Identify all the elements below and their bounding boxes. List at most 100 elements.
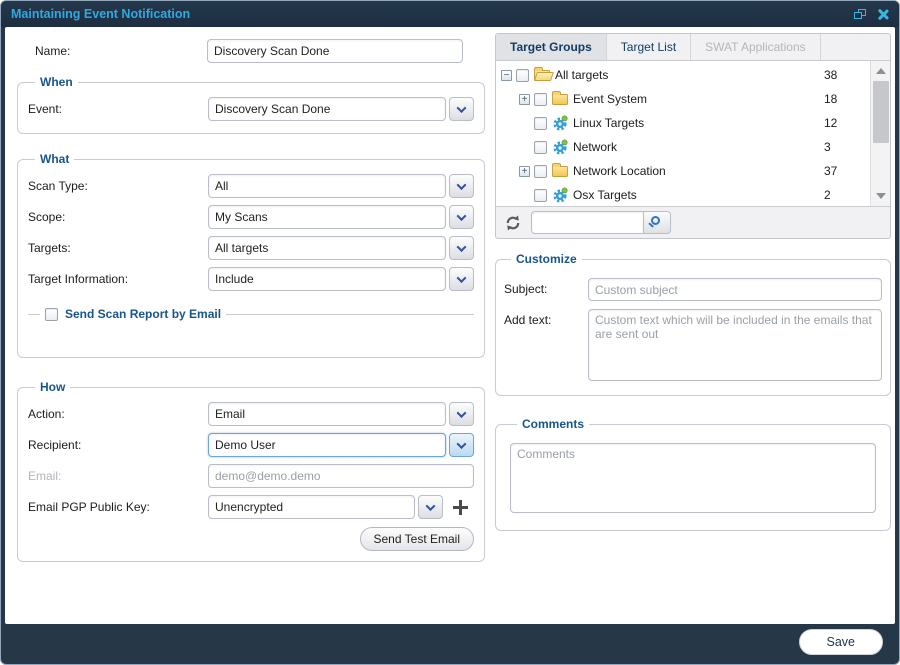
send-report-section: Send Scan Report by Email (28, 307, 474, 321)
tree-checkbox[interactable] (534, 117, 547, 130)
comments-section: Comments (495, 417, 891, 531)
chevron-down-icon[interactable] (449, 97, 474, 121)
tree-label: Network Location (573, 164, 824, 178)
email-field (208, 464, 474, 488)
left-column: Name: When Event: Discovery Scan Done Wh… (17, 37, 485, 580)
titlebar: Maintaining Event Notification (1, 1, 899, 27)
folder-open-icon (534, 70, 550, 81)
tree-count: 37 (824, 164, 870, 178)
name-input[interactable] (207, 39, 463, 63)
tree-checkbox[interactable] (534, 189, 547, 202)
action-value: Email (215, 407, 245, 421)
send-report-label: Send Scan Report by Email (65, 307, 221, 321)
scope-label: Scope: (28, 210, 208, 224)
target-tree: All targets 38 Event System 18 (496, 61, 890, 207)
tab-target-groups[interactable]: Target Groups (496, 34, 607, 60)
restore-icon[interactable] (854, 9, 867, 20)
action-dropdown[interactable]: Email (208, 402, 474, 426)
dialog-window: Maintaining Event Notification Name: Whe… (0, 0, 900, 665)
add-pgp-key-icon[interactable] (453, 500, 468, 515)
action-label: Action: (28, 407, 208, 421)
right-column: Target Groups Target List SWAT Applicati… (495, 33, 891, 531)
tree-scrollbar[interactable] (870, 61, 890, 206)
folder-icon (552, 166, 568, 177)
send-report-checkbox[interactable] (45, 308, 58, 321)
tree-checkbox[interactable] (516, 69, 529, 82)
what-legend: What (35, 152, 74, 166)
targets-dropdown[interactable]: All targets (208, 236, 474, 260)
chevron-down-icon[interactable] (418, 495, 443, 519)
recipient-dropdown[interactable]: Demo User (208, 433, 474, 457)
scope-dropdown[interactable]: My Scans (208, 205, 474, 229)
when-section: When Event: Discovery Scan Done (17, 75, 485, 134)
scroll-up-icon[interactable] (873, 63, 889, 79)
targets-label: Targets: (28, 241, 208, 255)
recipient-value: Demo User (215, 438, 276, 452)
tree-checkbox[interactable] (534, 93, 547, 106)
target-information-label: Target Information: (28, 272, 208, 286)
tree-count: 38 (824, 68, 870, 82)
scan-type-label: Scan Type: (28, 179, 208, 193)
subject-input[interactable] (588, 278, 882, 301)
save-button[interactable]: Save (799, 629, 884, 655)
comments-input[interactable] (510, 443, 876, 513)
tree-label: Event System (573, 92, 824, 106)
what-section: What Scan Type: All Scope: My Scans (17, 152, 485, 358)
dialog-title: Maintaining Event Notification (11, 7, 854, 21)
chevron-down-icon[interactable] (449, 205, 474, 229)
dialog-body: Name: When Event: Discovery Scan Done Wh… (5, 27, 895, 624)
tab-target-list[interactable]: Target List (607, 34, 691, 60)
tree-row-network-location[interactable]: Network Location 37 (496, 159, 870, 183)
how-legend: How (35, 380, 70, 394)
scroll-down-icon[interactable] (873, 188, 889, 204)
add-text-input[interactable] (588, 309, 882, 381)
chevron-down-icon[interactable] (449, 267, 474, 291)
tree-count: 3 (824, 140, 870, 154)
tab-bar: Target Groups Target List SWAT Applicati… (496, 34, 890, 61)
tree-checkbox[interactable] (534, 141, 547, 154)
expand-icon[interactable] (519, 166, 530, 177)
add-text-label: Add text: (504, 309, 588, 381)
scan-type-value: All (215, 179, 228, 193)
customize-section: Customize Subject: Add text: (495, 252, 891, 396)
targets-panel: Target Groups Target List SWAT Applicati… (495, 33, 891, 239)
tree-search-input[interactable] (531, 211, 643, 234)
recipient-label: Recipient: (28, 438, 208, 452)
target-information-dropdown[interactable]: Include (208, 267, 474, 291)
subject-label: Subject: (504, 278, 588, 301)
folder-icon (552, 94, 568, 105)
comments-legend: Comments (517, 417, 589, 431)
scrollbar-thumb[interactable] (873, 81, 889, 143)
name-label: Name: (35, 44, 207, 58)
tree-label: Osx Targets (573, 188, 824, 202)
pgp-key-dropdown[interactable]: Unencrypted (208, 495, 443, 519)
tree-label: All targets (555, 68, 824, 82)
chevron-down-icon[interactable] (449, 236, 474, 260)
tree-search-row (496, 207, 890, 238)
tree-checkbox[interactable] (534, 165, 547, 178)
target-group-gear-icon (552, 115, 568, 131)
chevron-down-icon[interactable] (449, 402, 474, 426)
tree-row-all-targets[interactable]: All targets 38 (496, 63, 870, 87)
search-icon[interactable] (643, 211, 671, 234)
chevron-down-icon[interactable] (449, 433, 474, 457)
dialog-footer: Save (1, 624, 899, 664)
tree-row-osx-targets[interactable]: Osx Targets 2 (496, 183, 870, 206)
tree-label: Network (573, 140, 824, 154)
tree-row-network[interactable]: Network 3 (496, 135, 870, 159)
expand-icon[interactable] (519, 94, 530, 105)
pgp-key-label: Email PGP Public Key: (28, 500, 208, 514)
event-value: Discovery Scan Done (215, 102, 330, 116)
refresh-icon[interactable] (502, 212, 524, 234)
send-test-email-button[interactable]: Send Test Email (360, 527, 475, 551)
tree-row-event-system[interactable]: Event System 18 (496, 87, 870, 111)
collapse-icon[interactable] (501, 70, 512, 81)
tree-count: 18 (824, 92, 870, 106)
event-dropdown[interactable]: Discovery Scan Done (208, 97, 474, 121)
scope-value: My Scans (215, 210, 268, 224)
pgp-key-value: Unencrypted (215, 500, 283, 514)
scan-type-dropdown[interactable]: All (208, 174, 474, 198)
chevron-down-icon[interactable] (449, 174, 474, 198)
tree-row-linux-targets[interactable]: Linux Targets 12 (496, 111, 870, 135)
close-icon[interactable] (877, 8, 889, 20)
